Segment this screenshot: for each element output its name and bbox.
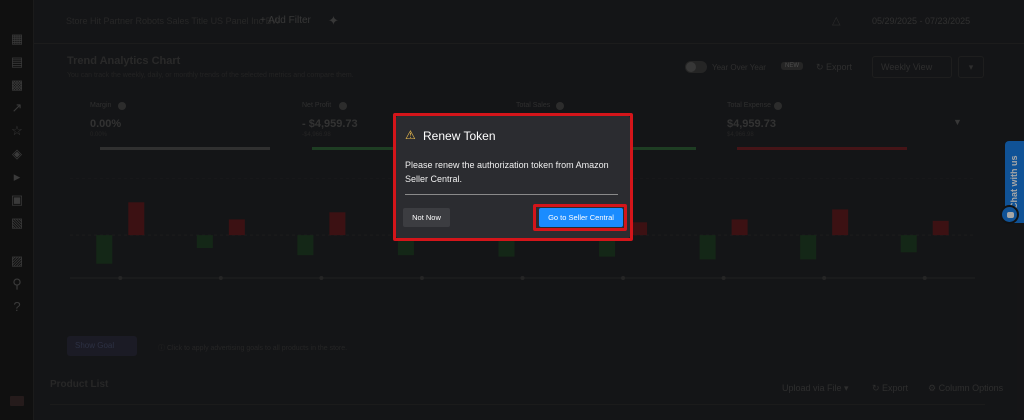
warning-icon: ⚠: [405, 128, 416, 142]
renew-token-dialog: ⚠ Renew Token Please renew the authoriza…: [396, 116, 630, 238]
dialog-message: Please renew the authorization token fro…: [405, 160, 609, 184]
go-to-seller-central-button[interactable]: Go to Seller Central: [539, 208, 623, 227]
dialog-divider: [405, 194, 618, 195]
not-now-button[interactable]: Not Now: [403, 208, 450, 227]
dialog-title: Renew Token: [423, 129, 496, 143]
